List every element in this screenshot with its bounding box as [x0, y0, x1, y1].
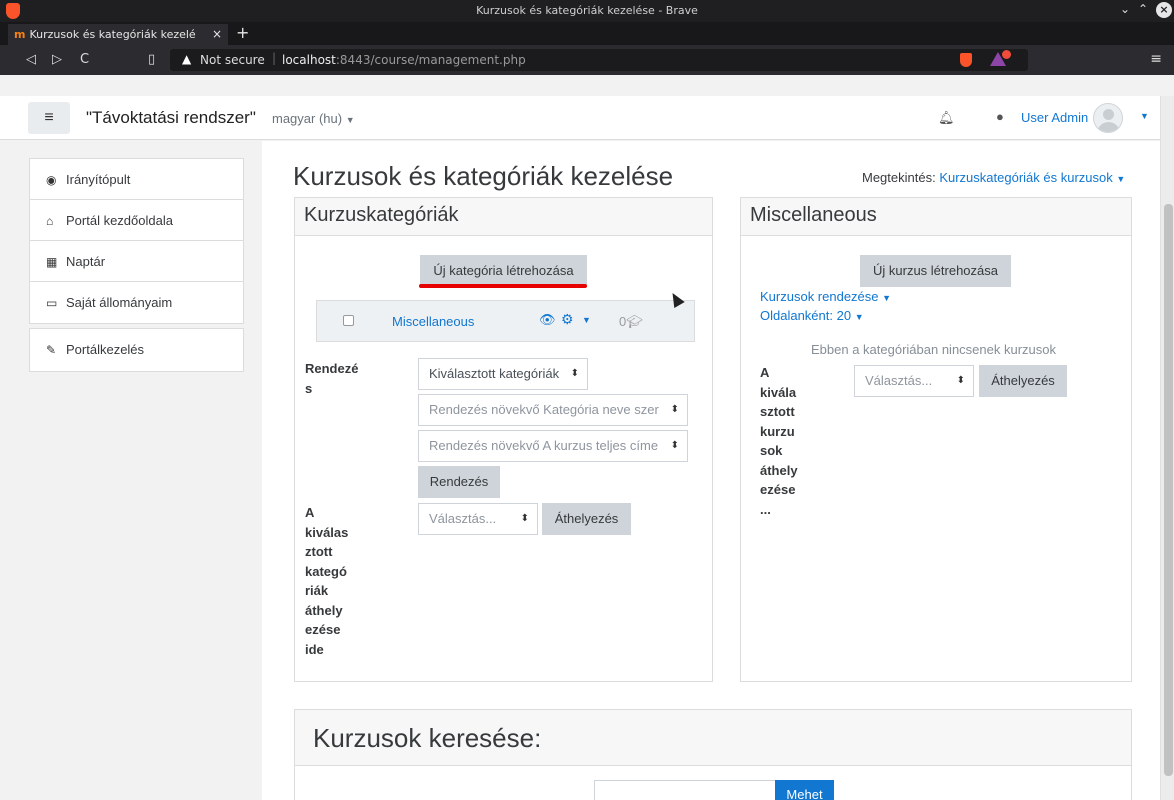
view-mode-link[interactable]: Kurzuskategóriák és kurzusok [939, 170, 1112, 185]
sort-courses-select: Rendezés növekvő A kurzus teljes címe ⬍ [418, 430, 688, 462]
scrollbar-thumb[interactable] [1164, 204, 1173, 776]
red-underline-annotation [419, 284, 587, 288]
tab-close-icon[interactable]: × [212, 27, 222, 41]
course-count: 0🎓︎ [619, 314, 643, 329]
create-category-button[interactable]: Új kategória létrehozása [420, 255, 587, 287]
visibility-eye-icon[interactable]: 👁︎ [539, 312, 556, 328]
create-course-button[interactable]: Új kurzus létrehozása [860, 255, 1011, 287]
minimize-icon[interactable]: ⌄ [1120, 2, 1130, 16]
category-name-link[interactable]: Miscellaneous [392, 314, 474, 329]
drawer-nav-group: ◉ Irányítópult ⌂ Portál kezdőoldala ▦ Naptá… [29, 158, 244, 324]
sort-scope-select[interactable]: Kiválasztott kategóriák ⬍ [418, 358, 588, 390]
sort-categories-select: Rendezés növekvő Kategória neve szer ⬍ [418, 394, 688, 426]
page-title: Kurzusok és kategóriák kezelése [293, 161, 674, 191]
brave-shield-icon[interactable] [960, 53, 972, 67]
move-categories-button: Áthelyezés [542, 503, 631, 535]
sort-button[interactable]: Rendezés [418, 466, 500, 498]
tab-label: Kurzusok és kategóriák kezelé [29, 28, 196, 41]
tab-bar: m Kurzusok és kategóriák kezelé × + [0, 22, 1174, 45]
messages-icon[interactable]: ● [996, 109, 1004, 124]
chevron-down-icon: ▼ [345, 115, 355, 125]
select-arrows-icon: ⬍ [670, 440, 679, 451]
language-menu[interactable]: magyar (hu) ▼ [272, 111, 355, 126]
url-separator: | [272, 51, 277, 65]
no-courses-message: Ebben a kategóriában nincsenek kurzusok [811, 342, 1056, 357]
search-go-button[interactable]: Mehet [775, 780, 834, 800]
move-categories-label: A kiválas ztott kategó riák áthely ezése… [305, 505, 349, 657]
moodle-favicon-icon: m [14, 28, 26, 41]
view-mode-selector[interactable]: Megtekintés: Kurzuskategóriák és kurzuso… [862, 170, 1125, 185]
drawer-toggle-button[interactable]: ≡ [28, 102, 70, 134]
nav-item-private-files[interactable]: ▭ Saját állományaim [30, 282, 243, 323]
page-scrollbar[interactable] [1160, 96, 1174, 800]
move-courses-label: A kivála sztott kurzu sok áthely ezése .… [760, 365, 798, 517]
rewards-badge [1002, 50, 1011, 59]
category-row[interactable]: Miscellaneous 👁︎ ⚙ ▼ 0🎓︎ [316, 300, 695, 342]
user-menu-caret-icon[interactable]: ▼ [1140, 111, 1149, 121]
close-window-icon[interactable]: × [1156, 2, 1172, 18]
dashboard-icon: ◉ [46, 173, 57, 187]
course-search-card: Kurzusok keresése: Mehet [294, 709, 1132, 800]
select-arrows-icon: ⬍ [570, 368, 579, 379]
category-listing-header: Kurzuskategóriák [295, 198, 712, 236]
bookmark-icon[interactable]: ▯ [148, 52, 155, 67]
per-page-menu[interactable]: Oldalanként: 20 ▼ [760, 308, 864, 323]
browser-menu-icon[interactable]: ≡ [1150, 51, 1162, 67]
drawer-admin-group: ✎ Portálkezelés [29, 328, 244, 372]
back-icon[interactable]: ◁ [26, 52, 36, 67]
select-arrows-icon: ⬍ [956, 375, 965, 386]
url-text[interactable]: localhost:8443/course/management.php [282, 53, 526, 67]
course-search-header: Kurzusok keresése: [295, 710, 1131, 766]
course-search-input[interactable] [594, 780, 776, 800]
course-listing-header: Miscellaneous [741, 198, 1131, 236]
move-courses-button: Áthelyezés [979, 365, 1067, 397]
url-bar[interactable]: ▲ Not secure | localhost:8443/course/man… [170, 49, 1028, 71]
maximize-icon[interactable]: ⌃ [1138, 2, 1148, 16]
course-listing-card: Miscellaneous Új kurzus létrehozása Kurz… [740, 197, 1132, 682]
file-icon: ▭ [46, 296, 58, 310]
nav-drawer: ◉ Irányítópult ⌂ Portál kezdőoldala ▦ Naptá… [0, 141, 262, 800]
site-navbar: ≡ "Távoktatási rendszer" magyar (hu) ▼ 🔔… [0, 96, 1160, 140]
select-arrows-icon: ⬍ [520, 513, 529, 524]
wrench-icon: ✎ [46, 343, 57, 357]
new-tab-icon[interactable]: + [236, 23, 249, 42]
nav-item-calendar[interactable]: ▦ Naptár [30, 241, 243, 282]
chevron-down-icon[interactable]: ▼ [582, 315, 591, 325]
chevron-down-icon: ▼ [854, 312, 864, 322]
course-sort-menu[interactable]: Kurzusok rendezése ▼ [760, 289, 891, 304]
sort-label: Rendezé s [305, 361, 359, 396]
avatar[interactable] [1093, 103, 1123, 133]
forward-icon[interactable]: ▷ [52, 52, 62, 67]
graduation-cap-icon: 🎓︎ [626, 314, 643, 329]
chevron-down-icon[interactable]: ▼ [1116, 174, 1125, 184]
calendar-icon: ▦ [46, 255, 58, 269]
address-toolbar: ◁ ▷ C ▯ ▲ Not secure | localhost:8443/co… [0, 45, 1174, 75]
window-title: Kurzusok és kategóriák kezelése - Brave [476, 4, 698, 17]
move-category-target-select: Választás... ⬍ [418, 503, 538, 535]
notification-bell-icon[interactable]: 🔔︎ [938, 110, 955, 126]
home-icon: ⌂ [46, 214, 54, 228]
nav-item-dashboard[interactable]: ◉ Irányítópult [30, 159, 243, 200]
chevron-down-icon: ▼ [882, 293, 892, 303]
move-course-target-select: Választás... ⬍ [854, 365, 974, 397]
window-titlebar: Kurzusok és kategóriák kezelése - Brave … [0, 0, 1174, 22]
warning-icon: ▲ [182, 52, 192, 66]
not-secure-label[interactable]: Not secure [200, 53, 265, 67]
reload-icon[interactable]: C [80, 52, 89, 67]
nav-item-site-admin[interactable]: ✎ Portálkezelés [30, 329, 243, 371]
category-listing-card: Kurzuskategóriák Új kategória létrehozás… [294, 197, 713, 682]
browser-tab[interactable]: m Kurzusok és kategóriák kezelé × [8, 24, 228, 45]
user-menu-name[interactable]: User Admin [1021, 110, 1088, 125]
category-checkbox[interactable] [343, 315, 354, 326]
gear-icon[interactable]: ⚙ [561, 311, 574, 328]
nav-item-site-home[interactable]: ⌂ Portál kezdőoldala [30, 200, 243, 241]
main-region: Kurzusok és kategóriák kezelése Megtekin… [262, 141, 1160, 800]
site-name-link[interactable]: "Távoktatási rendszer" [86, 108, 256, 128]
select-arrows-icon: ⬍ [670, 404, 679, 415]
